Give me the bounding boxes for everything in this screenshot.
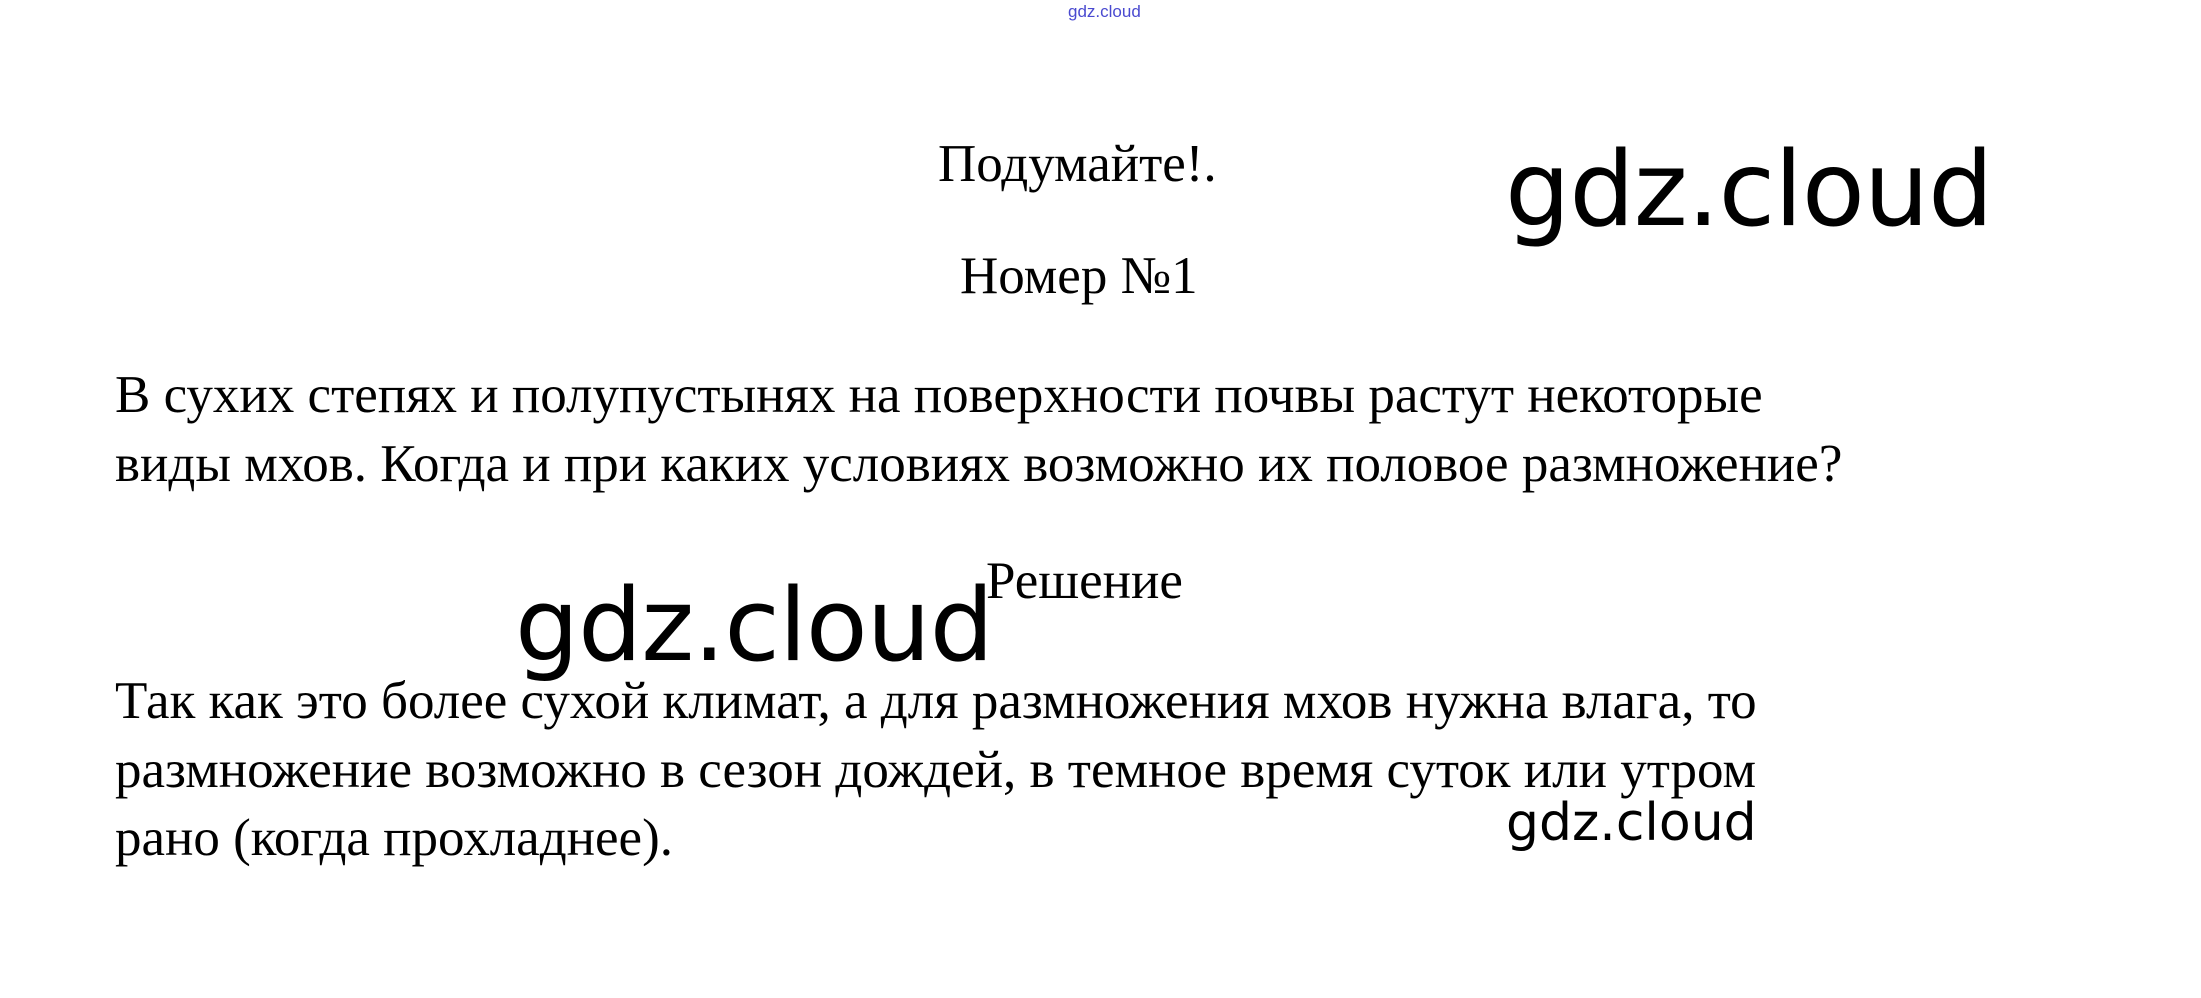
watermark-right: gdz.cloud [1505, 130, 1993, 250]
answer-line-2: размножение возможно в сезон дождей, в т… [115, 741, 1757, 799]
watermark-top: gdz.cloud [1068, 2, 1141, 21]
exercise-number: Номер №1 [960, 247, 1198, 305]
solution-label: Решение [986, 552, 1183, 610]
answer-line-3: рано (когда прохладнее). [115, 809, 673, 867]
answer-line-1: Так как это более сухой климат, а для ра… [115, 672, 1757, 730]
question-line-2: виды мхов. Когда и при каких условиях во… [115, 435, 1843, 493]
section-title: Подумайте!. [938, 135, 1217, 193]
watermark-middle: gdz.cloud [515, 566, 994, 684]
question-line-1: В сухих степях и полупустынях на поверхн… [115, 366, 1763, 424]
watermark-small: gdz.cloud [1506, 793, 1757, 853]
